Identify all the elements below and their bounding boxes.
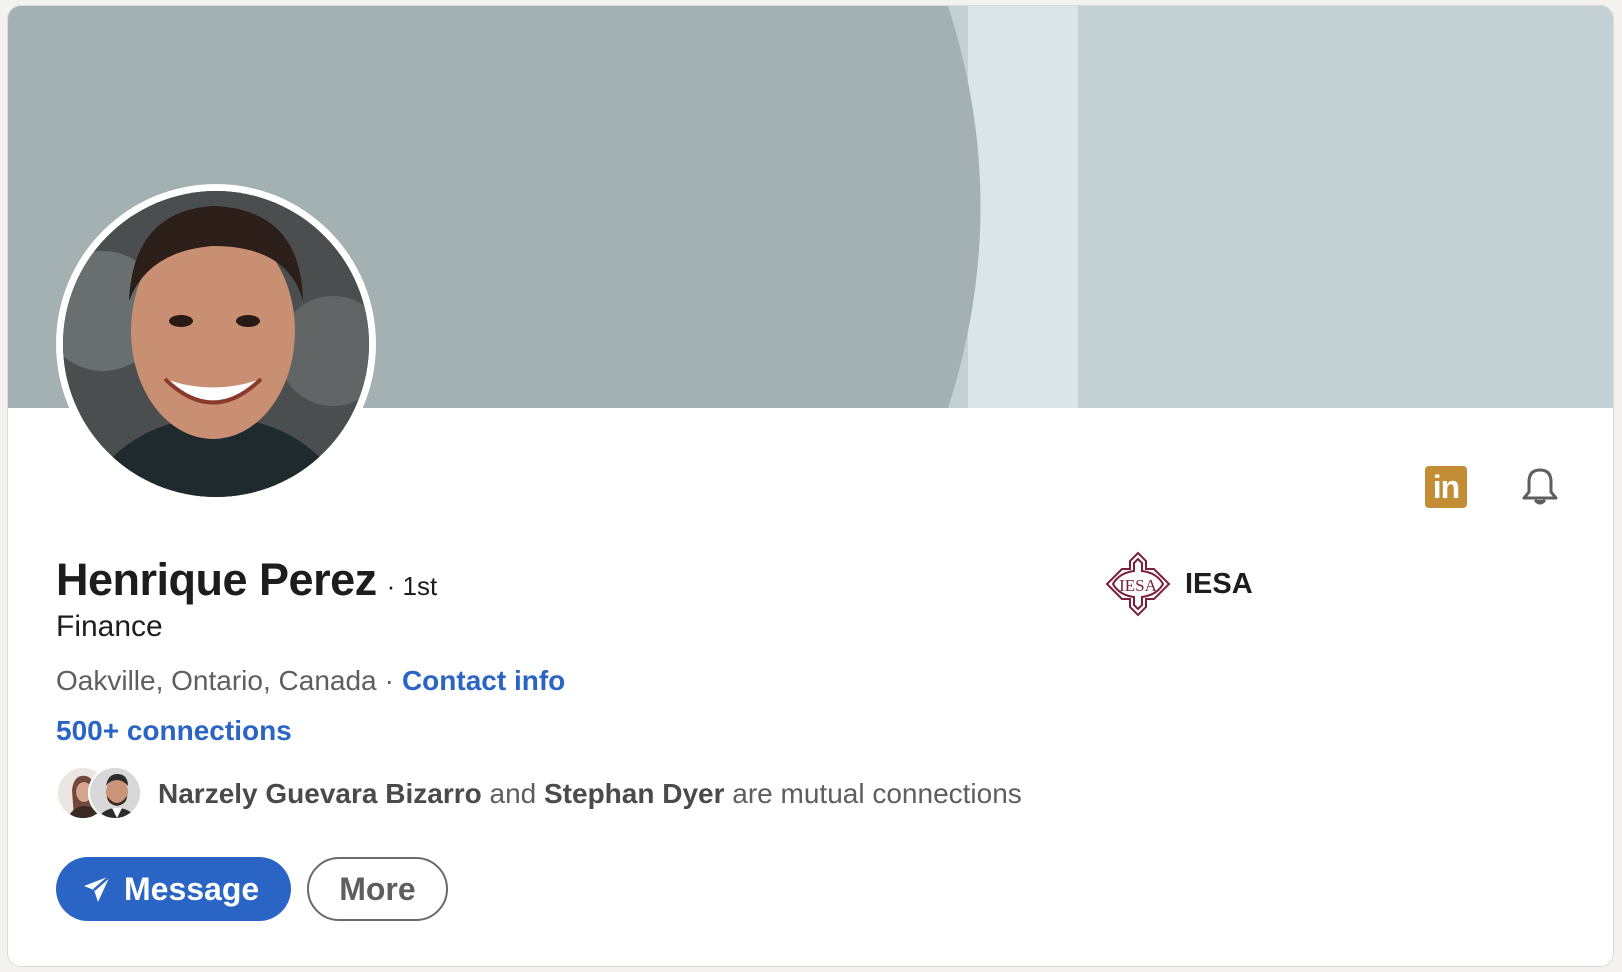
location-row: Oakville, Ontario, Canada · Contact info bbox=[56, 665, 565, 697]
bell-icon[interactable] bbox=[1517, 464, 1563, 510]
message-button[interactable]: Message bbox=[56, 857, 292, 921]
profile-photo[interactable] bbox=[56, 184, 376, 504]
profile-headline: Finance bbox=[56, 610, 163, 643]
mutual-connections[interactable]: Narzely Guevara Bizarro and Stephan Dyer… bbox=[56, 766, 1022, 822]
profile-card: in Henrique Perez · 1st Finance Oakville… bbox=[7, 5, 1614, 967]
mutual-person-2: Stephan Dyer bbox=[544, 778, 725, 809]
mutual-avatars bbox=[56, 766, 148, 822]
connections-link[interactable]: 500+ connections bbox=[56, 715, 292, 747]
profile-photo-image bbox=[63, 191, 369, 497]
profile-name: Henrique Perez bbox=[56, 554, 377, 605]
mutual-avatar bbox=[88, 766, 142, 820]
profile-location: Oakville, Ontario, Canada bbox=[56, 665, 377, 696]
mutual-connections-text: Narzely Guevara Bizarro and Stephan Dyer… bbox=[158, 778, 1022, 810]
linkedin-icon[interactable]: in bbox=[1425, 466, 1467, 508]
more-button[interactable]: More bbox=[307, 857, 448, 921]
iesa-logo-text: IESA bbox=[1119, 576, 1158, 595]
mutual-person-1: Narzely Guevara Bizarro bbox=[158, 778, 482, 809]
message-button-label: Message bbox=[124, 870, 260, 907]
profile-top-actions: in bbox=[1425, 464, 1563, 510]
connection-degree: · 1st bbox=[386, 571, 438, 601]
linkedin-icon-glyph: in bbox=[1432, 468, 1460, 505]
separator: · bbox=[384, 665, 394, 696]
education-name: IESA bbox=[1185, 567, 1253, 600]
name-row: Henrique Perez · 1st bbox=[56, 554, 437, 606]
send-icon bbox=[84, 875, 111, 902]
profile-actions: Message More bbox=[56, 857, 448, 921]
more-button-label: More bbox=[339, 870, 416, 907]
mutual-suffix: are mutual connections bbox=[732, 778, 1022, 809]
contact-info-link[interactable]: Contact info bbox=[402, 665, 565, 696]
mutual-and: and bbox=[489, 778, 537, 809]
iesa-logo: IESA bbox=[1105, 551, 1171, 617]
education-entry[interactable]: IESA IESA bbox=[1105, 551, 1253, 617]
